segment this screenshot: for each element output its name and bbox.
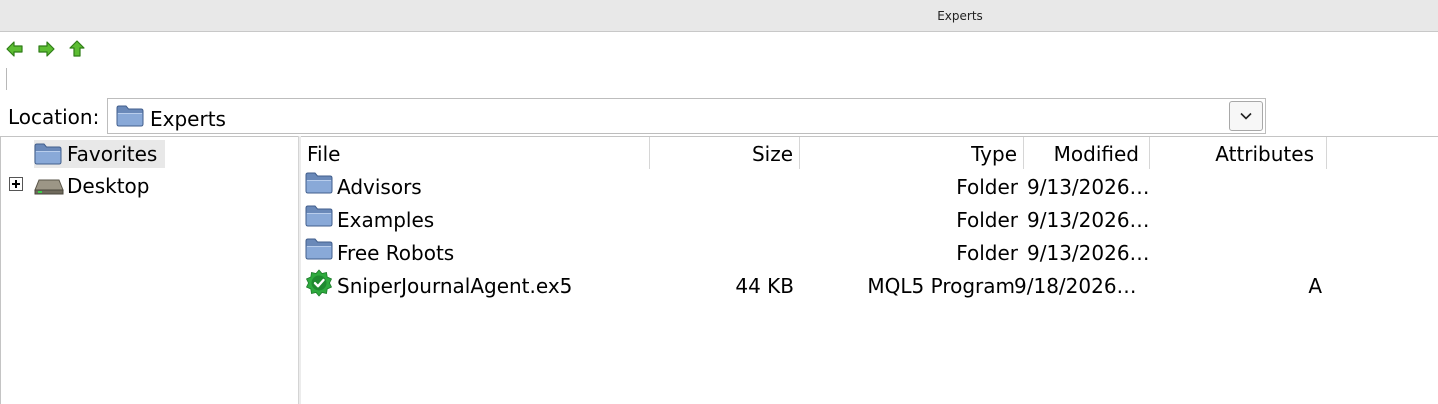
file-name: Free Robots xyxy=(337,241,455,265)
folder-tree[interactable]: Favorites Desktop xyxy=(0,136,298,404)
forward-button[interactable] xyxy=(37,40,55,58)
location-bar: Location: Experts xyxy=(0,98,1270,136)
back-button[interactable] xyxy=(6,40,24,58)
location-dropdown-button[interactable] xyxy=(1229,101,1263,131)
up-button[interactable] xyxy=(68,40,86,58)
toolbar-separator xyxy=(6,68,7,90)
column-header-attributes[interactable]: Attributes xyxy=(1150,137,1327,169)
table-row[interactable]: SniperJournalAgent.ex5 44 KB MQL5 Progra… xyxy=(301,269,1331,301)
column-header-file[interactable]: File xyxy=(301,137,650,169)
location-label: Location: xyxy=(8,105,100,129)
folder-icon xyxy=(305,172,333,194)
arrow-right-icon xyxy=(38,41,55,57)
mql5-program-icon xyxy=(305,269,333,297)
folder-icon xyxy=(305,205,333,227)
location-value: Experts xyxy=(150,107,226,131)
title-bar: Experts xyxy=(0,0,1438,32)
tree-item-favorites[interactable]: Favorites xyxy=(34,140,166,168)
file-type: MQL5 Program xyxy=(867,274,1015,298)
arrow-left-icon xyxy=(6,41,23,57)
arrow-up-icon xyxy=(69,40,85,57)
table-row[interactable]: Examples Folder 9/13/2026… xyxy=(301,203,1331,235)
folder-icon xyxy=(116,105,144,127)
file-attributes: A xyxy=(1308,274,1322,298)
file-type: Folder xyxy=(956,208,1018,232)
file-size: 44 KB xyxy=(735,274,794,298)
file-type: Folder xyxy=(956,241,1018,265)
file-modified: 9/18/2026… xyxy=(1014,274,1137,298)
table-row[interactable]: Free Robots Folder 9/13/2026… xyxy=(301,236,1331,268)
navigation-toolbar xyxy=(0,36,200,62)
file-name: SniperJournalAgent.ex5 xyxy=(337,274,573,298)
tree-item-desktop[interactable]: Desktop xyxy=(34,172,149,200)
file-modified: 9/13/2026… xyxy=(1027,241,1150,265)
file-name: Advisors xyxy=(337,175,422,199)
tree-item-label: Favorites xyxy=(67,142,158,166)
expand-desktop-button[interactable] xyxy=(9,177,23,191)
file-modified: 9/13/2026… xyxy=(1027,208,1150,232)
folder-icon xyxy=(305,238,333,260)
window-title: Experts xyxy=(937,9,983,23)
file-type: Folder xyxy=(956,175,1018,199)
title-bar-edge xyxy=(1270,32,1438,34)
file-list[interactable]: File Size Type Modified Attributes Advis… xyxy=(301,136,1438,404)
table-row[interactable]: Advisors Folder 9/13/2026… xyxy=(301,170,1331,202)
file-name: Examples xyxy=(337,208,435,232)
drive-icon xyxy=(34,179,64,195)
column-header-size[interactable]: Size xyxy=(650,137,800,169)
tree-item-label: Desktop xyxy=(67,174,150,198)
chevron-down-icon xyxy=(1240,112,1252,120)
column-header-modified[interactable]: Modified xyxy=(1024,137,1150,169)
file-modified: 9/13/2026… xyxy=(1027,175,1150,199)
column-header-type[interactable]: Type xyxy=(800,137,1024,169)
location-combobox[interactable]: Experts xyxy=(107,98,1266,134)
folder-icon xyxy=(34,143,62,165)
